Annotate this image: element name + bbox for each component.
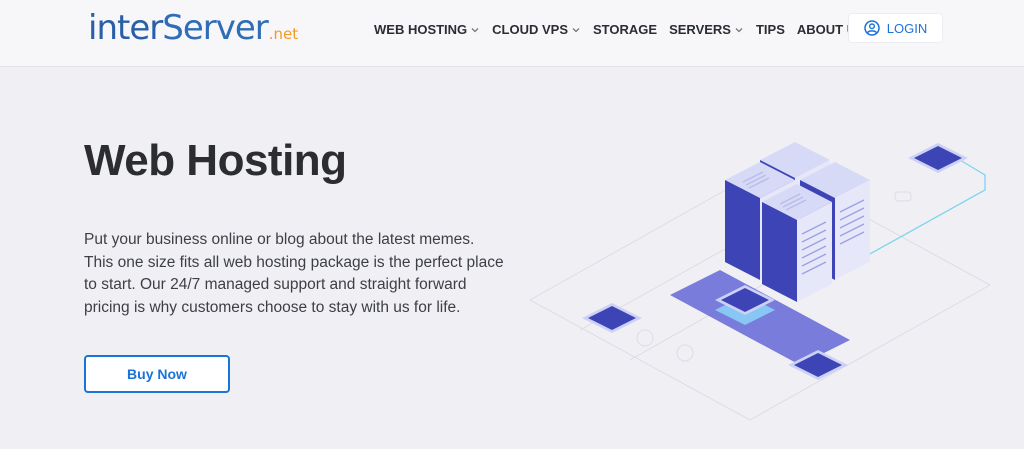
site-header: inter Server .net WEB HOSTING CLOUD VPS …	[0, 0, 1024, 67]
chevron-down-icon	[572, 27, 580, 32]
nav-item-web-hosting[interactable]: WEB HOSTING	[374, 22, 480, 37]
logo-text-net: .net	[268, 25, 299, 43]
server-illustration	[528, 142, 992, 421]
chip-top-right	[908, 143, 968, 173]
chevron-down-icon	[735, 27, 743, 32]
chevron-down-icon	[471, 27, 479, 32]
server-tower-front	[762, 184, 832, 302]
logo-text-server: Server	[162, 8, 268, 48]
nav-label: WEB HOSTING	[374, 22, 468, 37]
login-button[interactable]: LOGIN	[849, 14, 942, 42]
main-nav: WEB HOSTING CLOUD VPS STORAGE SERVERS TI…	[374, 22, 890, 37]
hero-description: Put your business online or blog about t…	[84, 231, 504, 316]
nav-item-cloud-vps[interactable]: CLOUD VPS	[492, 22, 581, 37]
nav-label: STORAGE	[593, 22, 658, 37]
user-circle-icon	[864, 20, 880, 36]
network-line	[849, 159, 986, 266]
nav-label: TIPS	[755, 22, 785, 37]
login-label: LOGIN	[886, 20, 928, 36]
nav-label: SERVERS	[669, 22, 731, 37]
hero-title: Web Hosting	[84, 136, 347, 185]
nav-label: CLOUD VPS	[492, 22, 569, 37]
nav-item-storage[interactable]: STORAGE	[593, 22, 657, 37]
interserver-logo[interactable]: inter Server .net	[88, 8, 298, 48]
buy-now-button[interactable]: Buy Now	[84, 355, 230, 393]
logo-text-inter: inter	[88, 8, 163, 48]
nav-item-servers[interactable]: SERVERS	[669, 22, 744, 37]
nav-item-tips[interactable]: TIPS	[756, 22, 785, 37]
chip-left	[582, 303, 642, 333]
